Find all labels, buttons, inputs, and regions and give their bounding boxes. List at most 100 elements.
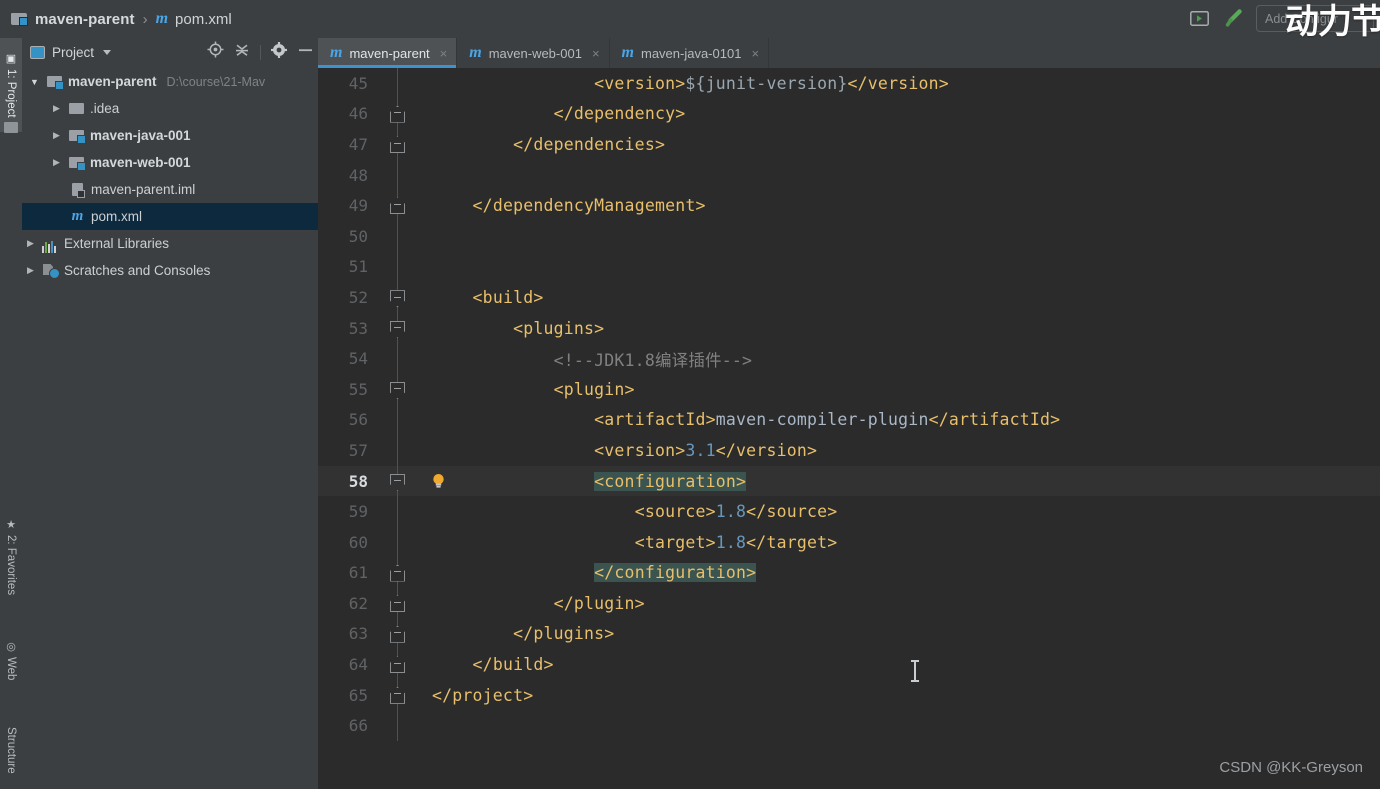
line-number: 49 <box>348 196 368 216</box>
code-line[interactable]: 48 <box>318 159 1380 191</box>
chevron-right-icon[interactable]: ▶ <box>50 130 63 141</box>
breadcrumb-project[interactable]: maven-parent <box>35 11 135 28</box>
editor-gutter[interactable] <box>376 679 420 711</box>
code-line[interactable]: 50 <box>318 220 1380 252</box>
editor-gutter[interactable] <box>376 465 420 497</box>
code-line[interactable]: 47 </dependencies> <box>318 129 1380 160</box>
fold-end-icon[interactable] <box>390 595 405 613</box>
tab-maven-java-0101[interactable]: m maven-java-0101 × <box>610 38 770 68</box>
code-line[interactable]: 60 <target>1.8</target> <box>318 526 1380 558</box>
tool-tab-label-web: Web <box>5 656 17 681</box>
intention-bulb-icon[interactable] <box>431 473 446 489</box>
module-icon <box>68 155 86 171</box>
code-line[interactable]: 45 <version>${junit-version}</version> <box>318 68 1380 99</box>
fold-collapse-icon[interactable] <box>390 473 405 491</box>
chevron-right-icon[interactable]: ▶ <box>24 238 37 249</box>
editor-gutter[interactable] <box>376 129 420 160</box>
build-hammer-icon[interactable] <box>1221 6 1247 32</box>
editor-gutter[interactable] <box>376 588 420 619</box>
code-line[interactable]: 58 <configuration> <box>318 465 1380 497</box>
fold-end-icon[interactable] <box>390 564 405 582</box>
code-line[interactable]: 63 </plugins> <box>318 618 1380 650</box>
library-icon <box>42 235 59 253</box>
editor-gutter[interactable] <box>376 526 420 558</box>
locate-target-icon[interactable] <box>207 41 224 63</box>
editor-gutter[interactable] <box>376 251 420 283</box>
editor-gutter[interactable] <box>376 220 420 252</box>
gear-icon[interactable] <box>271 41 287 63</box>
code-line[interactable]: 65 </project> <box>318 679 1380 711</box>
chevron-right-icon[interactable]: ▶ <box>50 103 63 114</box>
tree-row-pom-xml[interactable]: m pom.xml <box>22 203 318 230</box>
code-line[interactable]: 53 <plugins> <box>318 312 1380 344</box>
fold-end-icon[interactable] <box>390 686 405 704</box>
code-line[interactable]: 64 </build> <box>318 649 1380 680</box>
tree-row-idea[interactable]: ▶ .idea <box>22 95 318 122</box>
close-icon[interactable]: × <box>751 46 759 61</box>
close-icon[interactable]: × <box>440 46 448 61</box>
editor-gutter[interactable] <box>376 373 420 405</box>
editor-gutter[interactable] <box>376 496 420 527</box>
fold-end-icon[interactable] <box>390 656 405 674</box>
fold-guide-line <box>397 710 398 742</box>
sidebar-item-web[interactable]: ◎ Web <box>0 620 22 700</box>
editor-gutter[interactable] <box>376 343 420 374</box>
line-number: 63 <box>348 624 368 644</box>
chevron-right-icon[interactable]: ▶ <box>50 157 63 168</box>
sidebar-item-favorites[interactable]: ★ 2: Favorites <box>0 500 22 614</box>
tab-maven-web-001[interactable]: m maven-web-001 × <box>457 38 610 68</box>
fold-end-icon[interactable] <box>390 136 405 154</box>
fold-end-icon[interactable] <box>390 105 405 123</box>
tree-row-maven-parent-iml[interactable]: maven-parent.iml <box>22 176 318 203</box>
code-line[interactable]: 57 <version>3.1</version> <box>318 435 1380 466</box>
code-line[interactable]: 62 </plugin> <box>318 588 1380 619</box>
module-icon <box>46 74 64 90</box>
code-line[interactable]: 54 <!--JDK1.8编译插件--> <box>318 343 1380 374</box>
code-line[interactable]: 49 </dependencyManagement> <box>318 190 1380 221</box>
editor-gutter[interactable] <box>376 98 420 130</box>
chevron-right-icon[interactable]: ▶ <box>24 265 37 276</box>
editor-gutter[interactable] <box>376 435 420 466</box>
editor-gutter[interactable] <box>376 618 420 650</box>
sidebar-item-project[interactable]: ▣ 1: Project <box>0 38 22 132</box>
code-line[interactable]: 61 </configuration> <box>318 557 1380 589</box>
editor-gutter[interactable] <box>376 710 420 742</box>
editor-gutter[interactable] <box>376 649 420 680</box>
fold-end-icon[interactable] <box>390 197 405 215</box>
code-line[interactable]: 55 <plugin> <box>318 373 1380 405</box>
editor-gutter[interactable] <box>376 68 420 99</box>
tree-row-maven-java-001[interactable]: ▶ maven-java-001 <box>22 122 318 149</box>
code-line[interactable]: 46 </dependency> <box>318 98 1380 130</box>
breadcrumb-file[interactable]: pom.xml <box>175 11 232 28</box>
fold-collapse-icon[interactable] <box>390 320 405 338</box>
editor-gutter[interactable] <box>376 282 420 313</box>
code-line[interactable]: 51 <box>318 251 1380 283</box>
fold-collapse-icon[interactable] <box>390 290 405 308</box>
tree-row-scratches[interactable]: ▶ Scratches and Consoles <box>22 257 318 284</box>
collapse-all-icon[interactable] <box>234 42 250 63</box>
fold-collapse-icon[interactable] <box>390 381 405 399</box>
fold-end-icon[interactable] <box>390 625 405 643</box>
code-line[interactable]: 56 <artifactId>maven-compiler-plugin</ar… <box>318 404 1380 436</box>
minimize-icon[interactable] <box>297 42 314 63</box>
editor-gutter[interactable] <box>376 190 420 221</box>
code-line[interactable]: 52 <build> <box>318 282 1380 313</box>
tree-row-maven-parent[interactable]: ▼ maven-parent D:\course\21-Mav <box>22 68 318 95</box>
sidebar-item-structure[interactable]: Structure <box>0 706 22 789</box>
editor-gutter[interactable] <box>376 159 420 191</box>
chevron-down-icon[interactable]: ▼ <box>28 77 41 87</box>
run-window-icon[interactable] <box>1186 6 1212 32</box>
tree-row-maven-web-001[interactable]: ▶ maven-web-001 <box>22 149 318 176</box>
add-configuration-dropdown[interactable]: Add Configur <box>1256 5 1374 32</box>
project-panel-title-dropdown[interactable]: Project <box>30 45 112 60</box>
code-line[interactable]: 59 <source>1.8</source> <box>318 496 1380 527</box>
code-editor[interactable]: 45 <version>${junit-version}</version> 46… <box>318 68 1380 789</box>
close-icon[interactable]: × <box>592 46 600 61</box>
editor-gutter[interactable] <box>376 312 420 344</box>
tree-row-external-libraries[interactable]: ▶ External Libraries <box>22 230 318 257</box>
tab-maven-parent[interactable]: m maven-parent × <box>318 38 458 68</box>
line-number: 61 <box>348 563 368 583</box>
editor-gutter[interactable] <box>376 404 420 436</box>
code-line[interactable]: 66 <box>318 710 1380 742</box>
editor-gutter[interactable] <box>376 557 420 589</box>
